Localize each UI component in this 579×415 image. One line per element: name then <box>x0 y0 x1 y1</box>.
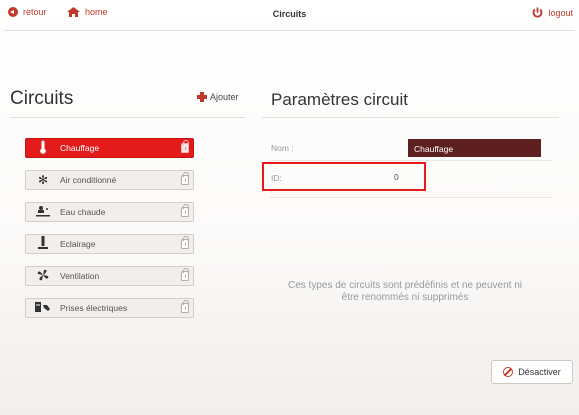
circuit-label: Chauffage <box>60 143 100 153</box>
lock-icon <box>181 172 189 185</box>
power-icon <box>533 7 543 18</box>
lock-icon <box>181 268 189 281</box>
desactiver-button[interactable]: Désactiver <box>491 360 573 384</box>
circuit-item-eclairage[interactable]: Eclairage <box>25 234 194 254</box>
lock-icon <box>181 204 189 217</box>
parametres-title: Paramètres circuit <box>271 90 408 109</box>
plug-icon <box>26 301 60 316</box>
thermometer-icon <box>26 140 60 157</box>
circuit-item-prises-electriques[interactable]: Prises électriques <box>25 298 194 318</box>
row-divider <box>270 197 552 198</box>
top-divider <box>4 30 575 31</box>
add-circuit-button[interactable]: Ajouter <box>197 92 239 102</box>
circuits-title: Circuits <box>10 88 74 109</box>
prohibited-icon <box>503 367 514 377</box>
circuit-item-ventilation[interactable]: Ventilation <box>25 266 194 286</box>
circuit-item-chauffage[interactable]: Chauffage <box>25 138 194 158</box>
snowflake-icon: ✻ <box>37 173 49 187</box>
info-text: Ces types de circuits sont prédéfinis et… <box>287 280 523 303</box>
circuit-label: Eau chaude <box>60 207 106 217</box>
page-title: Circuits <box>272 9 307 19</box>
row-divider <box>270 160 552 161</box>
lock-icon <box>181 300 189 313</box>
logout-label: logout <box>548 7 573 18</box>
left-divider <box>10 117 245 118</box>
circuit-label: Prises électriques <box>60 303 128 313</box>
hot-water-icon <box>26 205 60 220</box>
circuit-label: Air conditionné <box>60 175 117 185</box>
lamp-icon <box>26 235 60 253</box>
right-divider <box>262 117 559 118</box>
circuit-label: Ventilation <box>60 271 100 281</box>
logout-link[interactable]: logout <box>532 7 573 18</box>
circuit-label: Eclairage <box>60 239 96 249</box>
fan-icon <box>26 268 60 285</box>
circuit-item-eau-chaude[interactable]: Eau chaude <box>25 202 194 222</box>
add-circuit-label: Ajouter <box>210 92 239 102</box>
top-bar: retour home Circuits logout <box>0 0 579 28</box>
lock-icon <box>181 236 189 249</box>
id-highlight-box <box>262 162 426 191</box>
nom-field[interactable]: Chauffage <box>408 139 541 157</box>
nom-label: Nom : <box>271 143 294 153</box>
circuit-item-air-conditionne[interactable]: ✻ Air conditionné <box>25 170 194 190</box>
plus-icon <box>197 92 207 102</box>
desactiver-label: Désactiver <box>518 367 561 377</box>
lock-icon <box>181 140 189 153</box>
